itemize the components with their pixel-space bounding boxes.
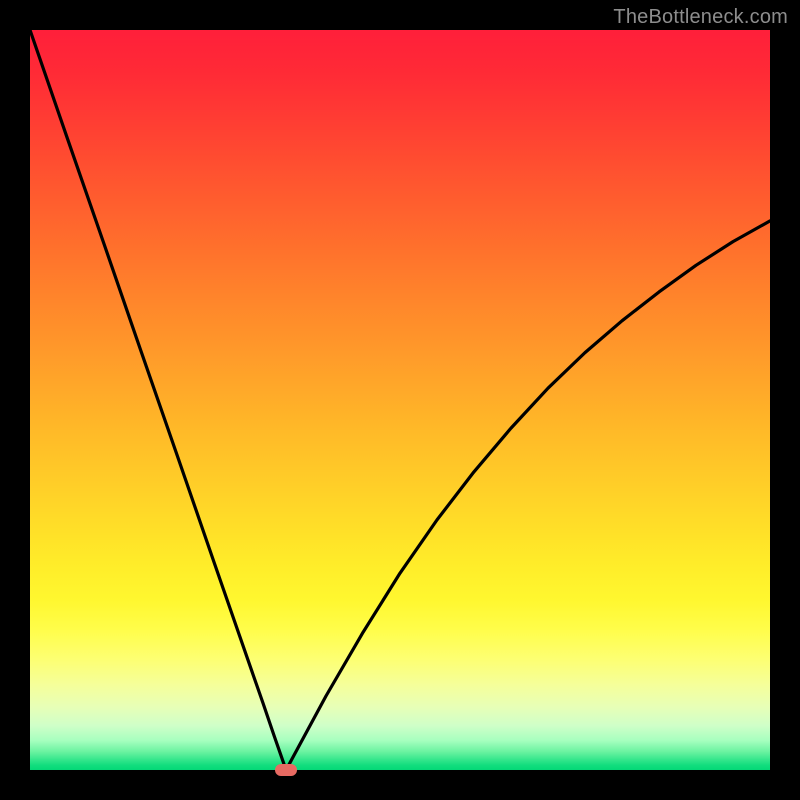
optimal-point-marker [275, 764, 297, 776]
bottleneck-curve [30, 30, 770, 770]
chart-frame: TheBottleneck.com [0, 0, 800, 800]
watermark-text: TheBottleneck.com [613, 6, 788, 29]
chart-svg [30, 30, 770, 770]
plot-area [30, 30, 770, 770]
